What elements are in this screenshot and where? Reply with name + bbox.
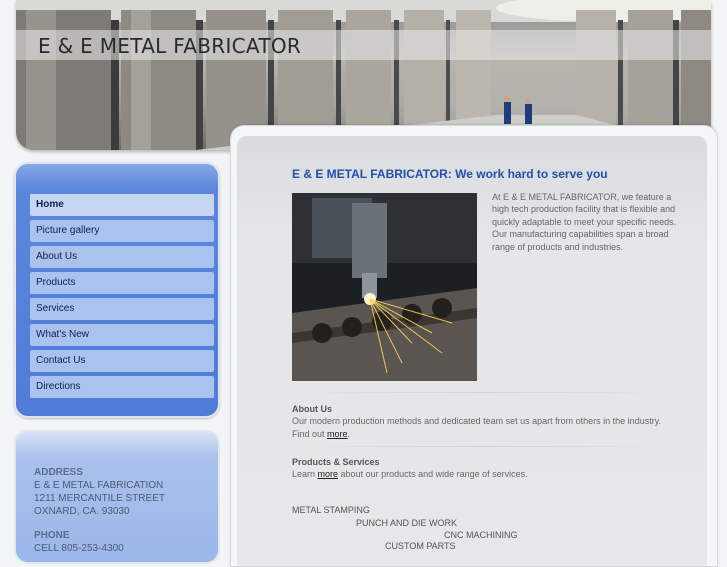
address-box: ADDRESS E & E METAL FABRICATION 1211 MER… xyxy=(14,430,220,564)
products-text: Learn more about our products and wide r… xyxy=(292,468,672,480)
about-section: About Us Our modern production methods a… xyxy=(292,403,672,440)
products-text-body: Learn xyxy=(292,469,318,480)
nav-item-directions[interactable]: Directions xyxy=(30,376,214,398)
nav-item-picture-gallery[interactable]: Picture gallery xyxy=(30,220,214,242)
divider xyxy=(292,392,672,393)
phone-heading: PHONE xyxy=(34,530,70,541)
address-heading: ADDRESS xyxy=(34,467,83,478)
nav-item-home[interactable]: Home xyxy=(30,194,214,216)
about-title: About Us xyxy=(292,404,332,414)
phone-line: CELL 805-253-4300 xyxy=(34,543,124,554)
service-item: CNC MACHINING xyxy=(444,530,518,540)
laser-cutting-image xyxy=(292,193,477,381)
nav-item-contact-us[interactable]: Contact Us xyxy=(30,350,214,372)
address-line-1: E & E METAL FABRICATION xyxy=(34,480,164,491)
nav-item-whats-new[interactable]: What's New xyxy=(30,324,214,346)
site-title: E & E METAL FABRICATOR xyxy=(38,34,302,58)
address-line-2: 1211 MERCANTILE STREET xyxy=(34,493,165,504)
about-text-end: . xyxy=(347,428,351,439)
about-text: Our modern production methods and dedica… xyxy=(292,415,672,440)
service-item: PUNCH AND DIE WORK xyxy=(356,518,458,528)
nav-item-services[interactable]: Services xyxy=(30,298,214,320)
address-block: ADDRESS E & E METAL FABRICATION 1211 MER… xyxy=(34,466,165,555)
products-more-link[interactable]: more xyxy=(318,469,339,479)
service-item: CUSTOM PARTS xyxy=(385,541,456,551)
nav-item-about-us[interactable]: About Us xyxy=(30,246,214,268)
nav-item-products[interactable]: Products xyxy=(30,272,214,294)
intro-text: At E & E METAL FABRICATOR, we feature a … xyxy=(492,192,677,252)
products-title: Products & Services xyxy=(292,457,380,467)
divider xyxy=(292,446,672,447)
address-line-3: OXNARD, CA. 93030 xyxy=(34,506,130,517)
products-section: Products & Services Learn more about our… xyxy=(292,456,672,481)
page-headline: E & E METAL FABRICATOR: We work hard to … xyxy=(292,167,608,181)
products-text-end: about our products and wide range of ser… xyxy=(338,469,528,480)
sidebar-nav: Home Picture gallery About Us Products S… xyxy=(14,162,220,418)
service-item: METAL STAMPING xyxy=(292,505,370,515)
about-more-link[interactable]: more xyxy=(327,429,348,439)
nav-list: Home Picture gallery About Us Products S… xyxy=(30,194,214,402)
